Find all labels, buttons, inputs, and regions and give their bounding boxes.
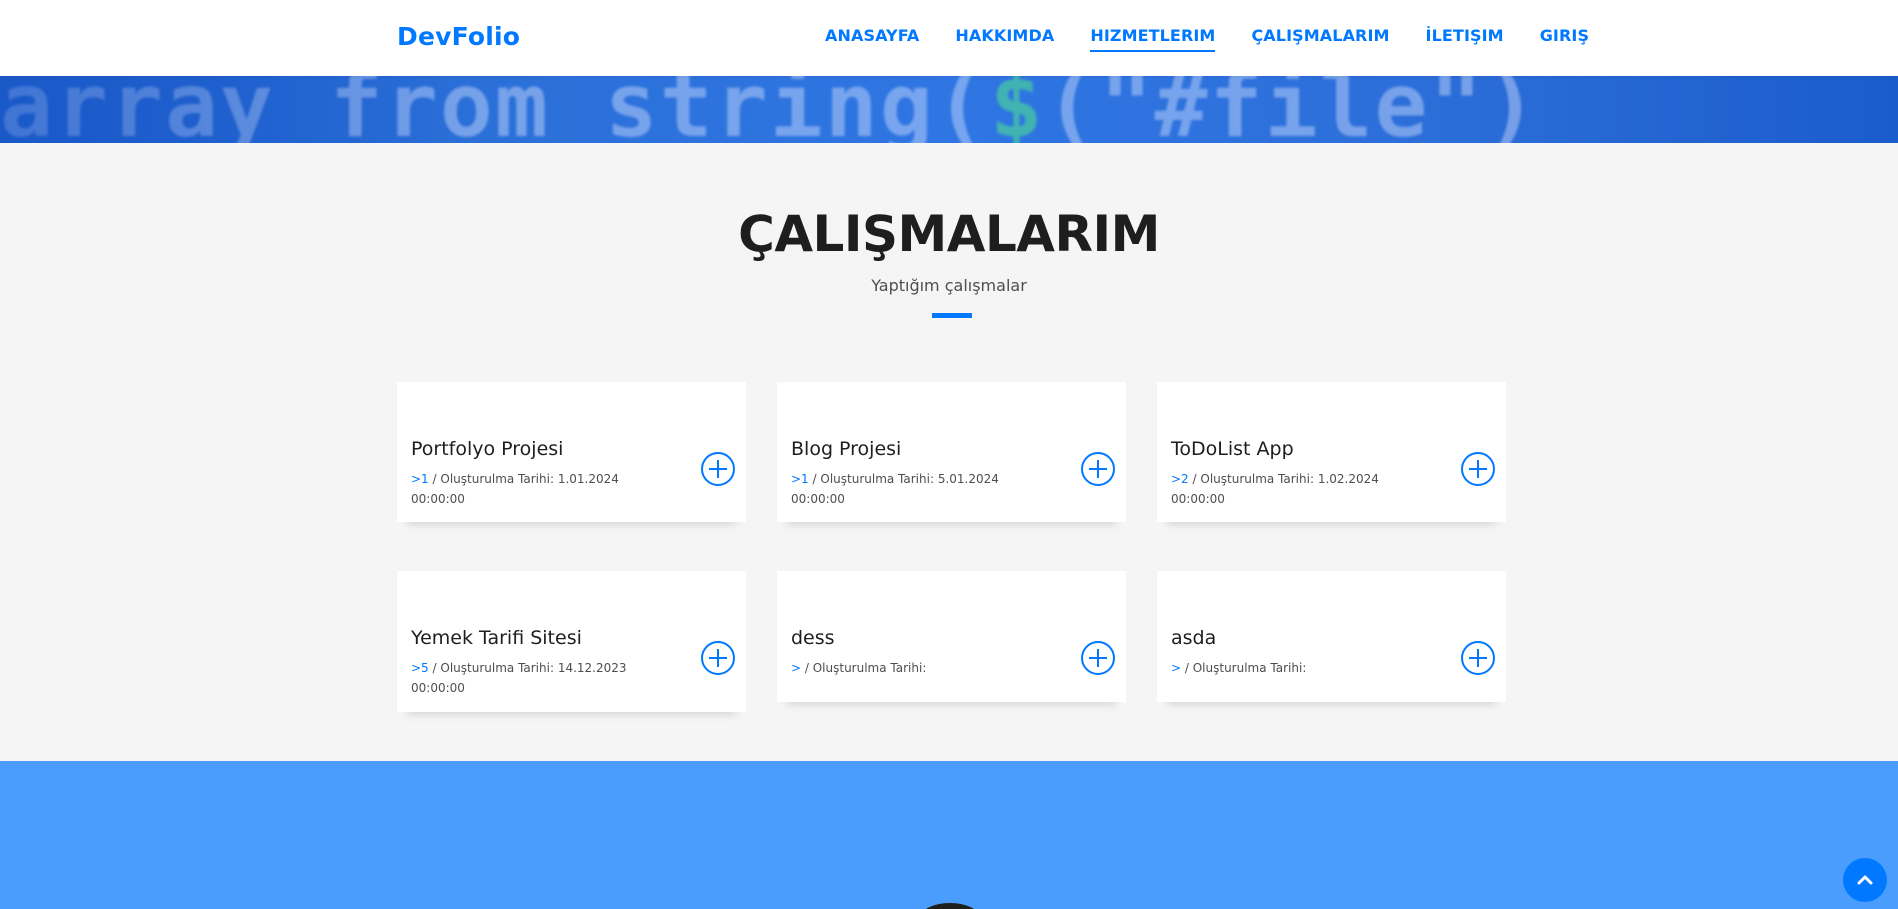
work-category[interactable]: >2 <box>1171 472 1189 486</box>
work-card[interactable]: Blog Projesi >1 / Oluşturulma Tarihi: 5.… <box>777 382 1126 522</box>
plus-circle-icon[interactable] <box>1461 641 1495 675</box>
banner-overlay <box>0 76 460 143</box>
plus-circle-icon[interactable] <box>1081 641 1115 675</box>
work-card[interactable]: asda > / Oluşturulma Tarihi: <box>1157 571 1506 702</box>
brand-logo[interactable]: DevFolio <box>397 22 520 51</box>
work-meta: > / Oluşturulma Tarihi: <box>791 661 927 675</box>
work-title[interactable]: ToDoList App <box>1171 438 1294 460</box>
chevron-up-icon <box>1857 875 1873 885</box>
work-title[interactable]: dess <box>791 627 835 649</box>
work-title[interactable]: Blog Projesi <box>791 438 901 460</box>
work-card[interactable]: Portfolyo Projesi >1 / Oluşturulma Tarih… <box>397 382 746 522</box>
work-category[interactable]: >1 <box>411 472 429 486</box>
nav-item-hakkimda[interactable]: HAKKIMDA <box>955 26 1054 52</box>
section-subtitle: Yaptığım çalışmalar <box>871 276 1027 295</box>
navbar: DevFolio ANASAYFA HAKKIMDA HIZMETLERIM Ç… <box>0 0 1898 76</box>
work-card[interactable]: dess > / Oluşturulma Tarihi: <box>777 571 1126 702</box>
plus-circle-icon[interactable] <box>701 641 735 675</box>
work-category[interactable]: >1 <box>791 472 809 486</box>
work-title[interactable]: asda <box>1171 627 1216 649</box>
nav-item-hizmetlerim[interactable]: HIZMETLERIM <box>1090 26 1216 52</box>
testimonial-section <box>0 761 1898 909</box>
main-nav: ANASAYFA HAKKIMDA HIZMETLERIM ÇALIŞMALAR… <box>825 26 1625 52</box>
nav-item-giris[interactable]: GIRIŞ <box>1540 26 1589 52</box>
work-card[interactable]: Yemek Tarifi Sitesi >5 / Oluşturulma Tar… <box>397 571 746 712</box>
hero-banner: array_from_string($("#file") <box>0 76 1898 143</box>
nav-item-anasayfa[interactable]: ANASAYFA <box>825 26 919 52</box>
nav-item-calismalarim[interactable]: ÇALIŞMALARIM <box>1251 26 1389 52</box>
plus-circle-icon[interactable] <box>1461 452 1495 486</box>
work-category[interactable]: > <box>791 661 801 675</box>
work-meta: >2 / Oluşturulma Tarihi: 1.02.2024 00:00… <box>1171 472 1379 506</box>
section-divider <box>932 313 972 318</box>
work-meta: >1 / Oluşturulma Tarihi: 5.01.2024 00:00… <box>791 472 999 506</box>
plus-circle-icon[interactable] <box>1081 452 1115 486</box>
work-meta: >1 / Oluşturulma Tarihi: 1.01.2024 00:00… <box>411 472 619 506</box>
work-category[interactable]: > <box>1171 661 1181 675</box>
nav-item-iletisim[interactable]: İLETIŞIM <box>1426 26 1504 52</box>
plus-circle-icon[interactable] <box>701 452 735 486</box>
back-to-top-button[interactable] <box>1843 858 1887 902</box>
work-meta: >5 / Oluşturulma Tarihi: 14.12.2023 00:0… <box>411 661 627 695</box>
section-title: ÇALIŞMALARIM <box>738 205 1160 263</box>
work-category[interactable]: >5 <box>411 661 429 675</box>
work-title[interactable]: Yemek Tarifi Sitesi <box>411 627 582 649</box>
work-title[interactable]: Portfolyo Projesi <box>411 438 563 460</box>
work-card[interactable]: ToDoList App >2 / Oluşturulma Tarihi: 1.… <box>1157 382 1506 522</box>
work-meta: > / Oluşturulma Tarihi: <box>1171 661 1307 675</box>
